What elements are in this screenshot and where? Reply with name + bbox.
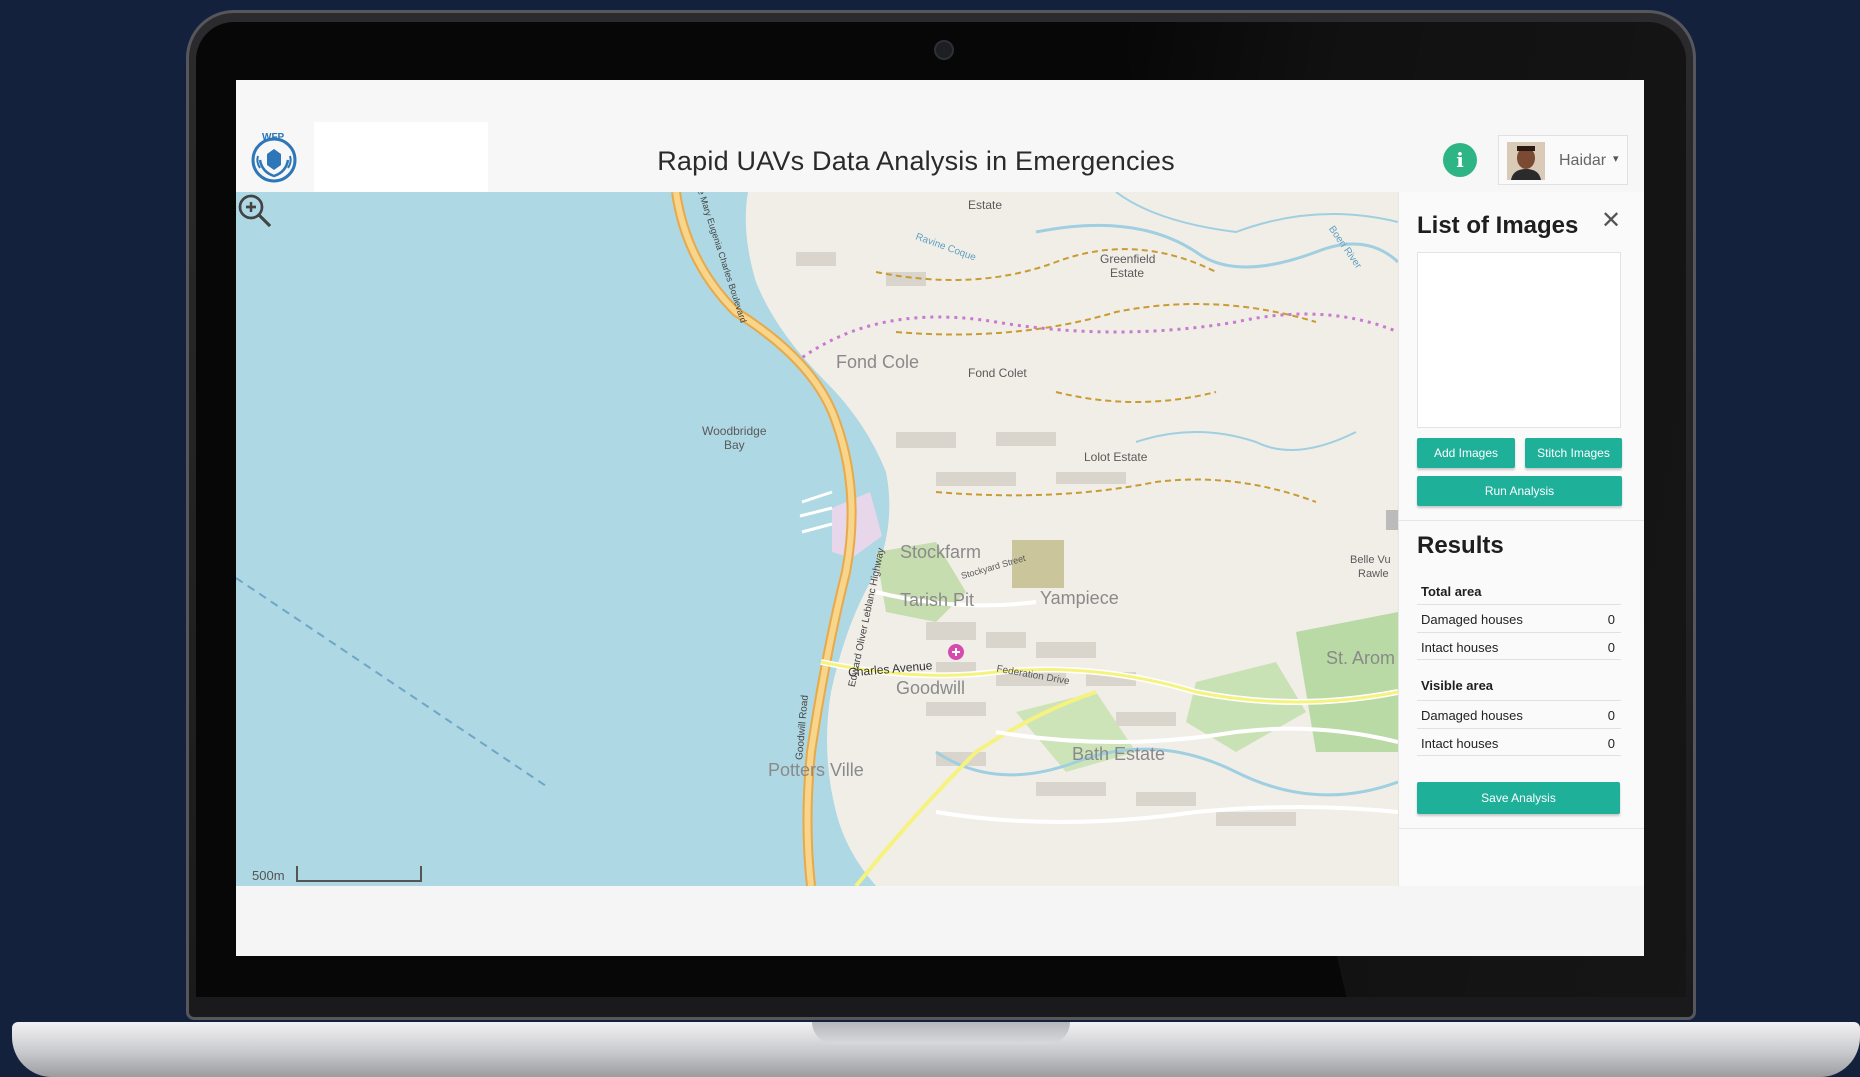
row-value: 0 [1607, 708, 1615, 723]
scale-label: 500m [252, 868, 285, 883]
total-damaged-row: Damaged houses 0 [1417, 604, 1621, 632]
images-list[interactable] [1417, 252, 1621, 428]
add-images-button[interactable]: Add Images [1417, 438, 1515, 468]
map-label: Lolot Estate [1084, 450, 1148, 464]
map-label: Goodwill [896, 678, 966, 698]
stitch-images-button[interactable]: Stitch Images [1525, 438, 1622, 468]
page-title: Rapid UAVs Data Analysis in Emergencies [657, 146, 1175, 176]
side-panel: List of Images ✕ Add Images Stitch Image… [1398, 192, 1644, 886]
map-tiles [236, 192, 1398, 886]
row-value: 0 [1607, 736, 1615, 751]
row-value: 0 [1607, 640, 1615, 655]
laptop-hinge [812, 1022, 1070, 1044]
results-title: Results [1417, 532, 1504, 559]
save-analysis-button[interactable]: Save Analysis [1417, 782, 1620, 814]
logo-text: WFP [262, 132, 285, 143]
user-menu[interactable]: Haidar ▾ [1498, 135, 1628, 185]
total-area-label: Total area [1421, 584, 1482, 599]
map-label: Tarish Pit [900, 590, 975, 610]
map-label: Bay [724, 438, 745, 452]
map-label: Woodbridge [702, 424, 767, 438]
row-label: Intact houses [1421, 640, 1499, 655]
map-label: Bath Estate [1072, 744, 1166, 764]
total-intact-row: Intact houses 0 [1417, 632, 1621, 660]
map-label: Potters Ville [768, 760, 864, 780]
map-label: Greenfield [1100, 252, 1156, 266]
map-label: Stockfarm [900, 542, 982, 562]
camera [934, 40, 954, 60]
row-label: Damaged houses [1421, 612, 1523, 627]
visible-damaged-row: Damaged houses 0 [1417, 700, 1621, 728]
row-label: Damaged houses [1421, 708, 1523, 723]
divider [1399, 828, 1644, 829]
map-label: Fond Cole [836, 352, 920, 372]
map-label: Estate [968, 198, 1003, 212]
map-label: Fond Colet [968, 366, 1027, 380]
map-label: Belle Vu [1350, 554, 1391, 566]
zoom-out-icon[interactable] [236, 192, 274, 230]
visible-area-label: Visible area [1421, 678, 1494, 693]
app-header: WFP Rapid UAVs Data Analysis in Emergenc… [236, 80, 1644, 192]
user-name: Haidar [1559, 152, 1607, 169]
map-label: Rawle [1358, 568, 1389, 580]
divider [1399, 520, 1644, 521]
footer-strip [236, 886, 1644, 956]
visible-intact-row: Intact houses 0 [1417, 728, 1621, 756]
images-title: List of Images [1417, 212, 1579, 239]
row-label: Intact houses [1421, 736, 1499, 751]
info-icon[interactable]: i [1443, 143, 1477, 177]
row-value: 0 [1607, 612, 1615, 627]
close-icon[interactable]: ✕ [1601, 206, 1621, 235]
run-analysis-button[interactable]: Run Analysis [1417, 476, 1622, 506]
app-screen: WFP Rapid UAVs Data Analysis in Emergenc… [236, 80, 1644, 956]
avatar [1507, 142, 1545, 180]
map-label: Estate [1110, 266, 1145, 280]
map-view[interactable]: Estate Greenfield Estate Ravine Coque Bo… [236, 192, 1398, 886]
chevron-down-icon: ▾ [1613, 153, 1619, 165]
map-label: St. Arom [1326, 648, 1396, 668]
map-label: Yampiece [1040, 588, 1119, 608]
scale-bar [296, 866, 422, 882]
